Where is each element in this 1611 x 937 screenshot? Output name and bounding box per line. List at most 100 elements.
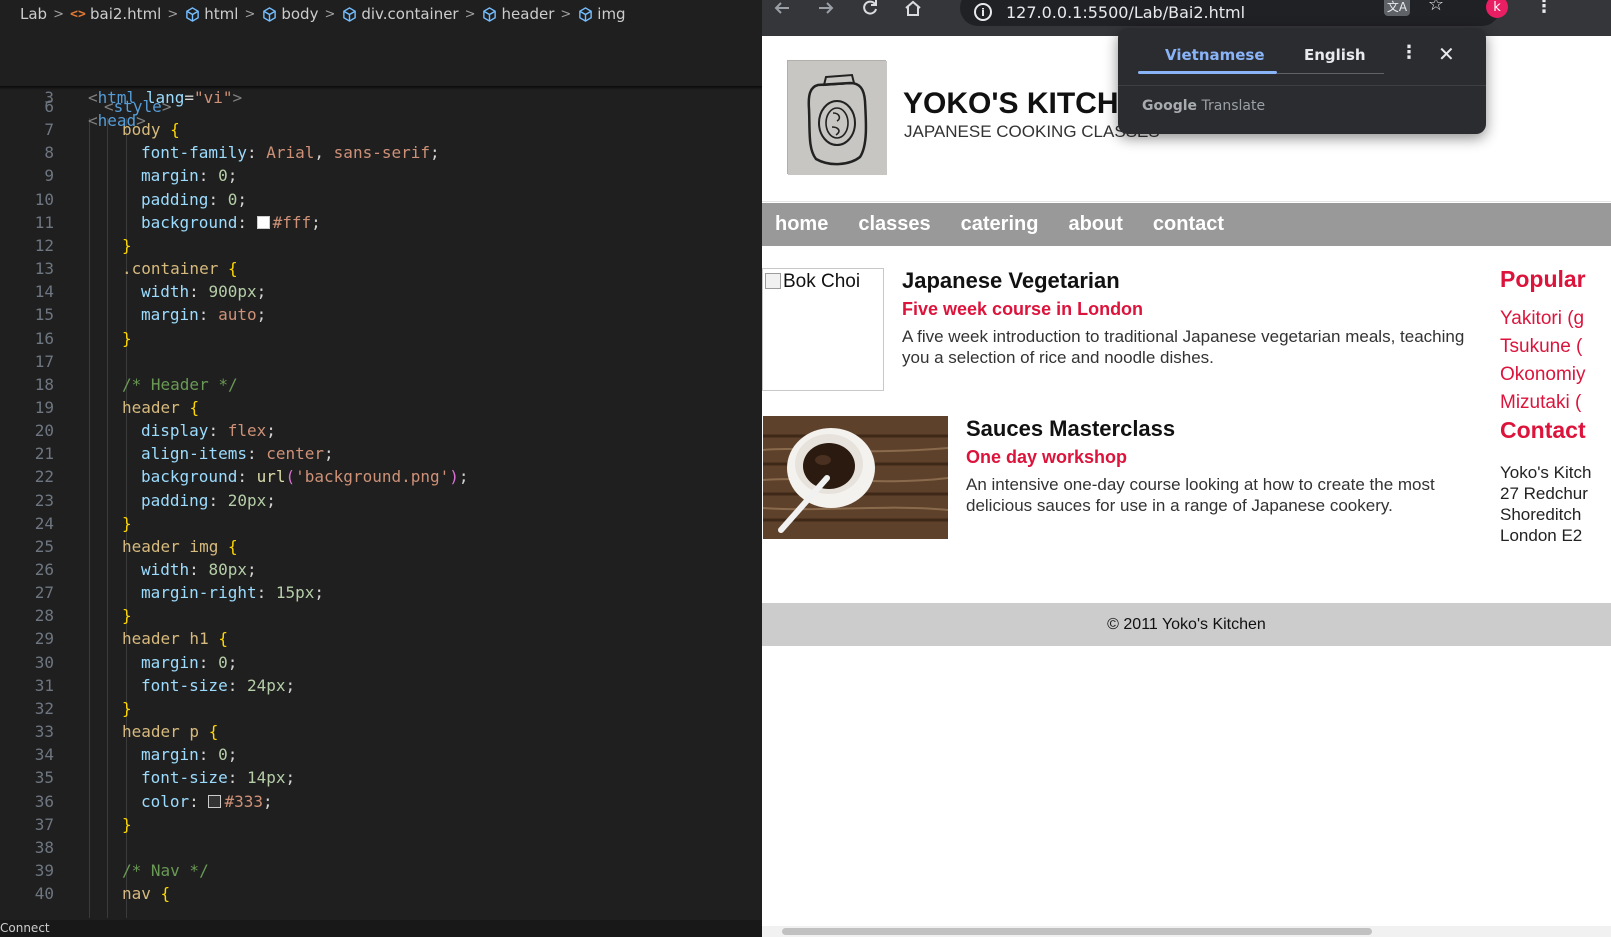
code-line[interactable]: 33 header p { — [0, 720, 762, 743]
html-file-icon: <> — [70, 6, 86, 22]
line-number: 39 — [34, 860, 54, 880]
nav-contact[interactable]: contact — [1153, 213, 1224, 236]
code-text: margin: auto; — [141, 305, 267, 325]
code-text: header img { — [122, 536, 238, 556]
code-line[interactable]: 11 background: #fff; — [0, 211, 762, 234]
code-text: } — [122, 235, 132, 255]
code-line[interactable]: 31 font-size: 24px; — [0, 674, 762, 697]
code-line[interactable]: 8 font-family: Arial, sans-serif; — [0, 141, 762, 164]
breadcrumb-item-container[interactable]: div.container — [341, 5, 459, 23]
address-bar[interactable]: i 127.0.0.1:5500/Lab/Bai2.html — [960, 0, 1500, 26]
translate-icon[interactable]: 文A — [1384, 0, 1410, 16]
popular-link[interactable]: Yakitori (g — [1500, 305, 1611, 333]
code-line[interactable]: 25 header img { — [0, 535, 762, 558]
address-url[interactable]: 127.0.0.1:5500/Lab/Bai2.html — [1006, 3, 1245, 22]
site-nav: home classes catering about contact — [762, 203, 1611, 246]
code-text: /* Nav */ — [122, 860, 209, 880]
reload-icon[interactable] — [858, 0, 882, 16]
breadcrumb-item-img[interactable]: img — [577, 5, 626, 23]
code-text: margin-right: 15px; — [141, 583, 325, 603]
code-line[interactable]: 12} — [0, 234, 762, 257]
code-line[interactable]: 40 nav { — [0, 882, 762, 905]
nav-home[interactable]: home — [775, 213, 828, 236]
horizontal-scrollbar[interactable] — [762, 926, 1611, 937]
brand-translate: Translate — [1201, 98, 1266, 114]
nav-about[interactable]: about — [1068, 213, 1122, 236]
line-number: 29 — [34, 629, 54, 649]
bookmark-star-icon[interactable]: ☆ — [1424, 0, 1448, 15]
profile-avatar[interactable]: k — [1486, 0, 1508, 18]
popular-link[interactable]: Tsukune ( — [1500, 333, 1611, 361]
line-number: 15 — [34, 305, 54, 325]
menu-kebab-icon[interactable]: ⋮ — [1532, 0, 1556, 17]
code-line[interactable]: 10 padding: 0; — [0, 188, 762, 211]
nav-catering[interactable]: catering — [961, 213, 1039, 236]
code-line[interactable]: 16} — [0, 327, 762, 350]
more-options-icon[interactable]: ⋮ — [1400, 44, 1418, 62]
code-line[interactable]: 19 header { — [0, 396, 762, 419]
code-text: } — [122, 698, 132, 718]
breadcrumb-item-header[interactable]: header — [482, 5, 554, 23]
breadcrumb-item-body[interactable]: body — [261, 5, 318, 23]
address-line: Shoreditch — [1500, 505, 1582, 524]
breadcrumb-label: Lab — [20, 5, 48, 23]
tab-vietnamese[interactable]: Vietnamese — [1165, 46, 1265, 64]
code-line[interactable]: 38 — [0, 836, 762, 859]
status-text[interactable]: Connect — [0, 921, 50, 935]
code-line[interactable]: 20 display: flex; — [0, 419, 762, 442]
code-editor[interactable]: Lab > <> bai2.html > html > body > div.co… — [0, 0, 762, 937]
code-line[interactable]: 27 margin-right: 15px; — [0, 581, 762, 604]
close-icon[interactable]: ✕ — [1438, 42, 1455, 66]
code-line[interactable]: 24} — [0, 512, 762, 535]
line-number: 12 — [34, 235, 54, 255]
code-line[interactable]: 15 margin: auto; — [0, 303, 762, 326]
code-line[interactable]: 23 padding: 20px; — [0, 489, 762, 512]
line-number: 9 — [44, 166, 54, 186]
line-number: 27 — [34, 583, 54, 603]
sticky-scroll-line[interactable]: 3 <head> — [0, 63, 762, 130]
forward-icon[interactable] — [814, 0, 838, 16]
code-line[interactable]: 21 align-items: center; — [0, 442, 762, 465]
site-info-icon[interactable]: i — [974, 3, 992, 21]
code-line[interactable]: 18 /* Header */ — [0, 373, 762, 396]
tab-english[interactable]: English — [1304, 46, 1366, 64]
sticky-scroll-line[interactable]: 2 <html lang="vi"> — [0, 40, 762, 107]
code-line[interactable]: 36 color: #333; — [0, 790, 762, 813]
line-number: 20 — [34, 421, 54, 441]
back-icon[interactable] — [770, 0, 794, 16]
code-line[interactable]: 34 margin: 0; — [0, 743, 762, 766]
nav-classes[interactable]: classes — [858, 213, 930, 236]
code-line[interactable]: 30 margin: 0; — [0, 651, 762, 674]
code-line[interactable]: 26 width: 80px; — [0, 558, 762, 581]
popular-link[interactable]: Okonomiy — [1500, 361, 1611, 389]
code-line[interactable]: 9 margin: 0; — [0, 164, 762, 187]
breadcrumb-item-lab[interactable]: Lab — [20, 5, 47, 23]
address-line: 27 Redchur — [1500, 484, 1588, 503]
footer-copyright: © 2011 Yoko's Kitchen — [1107, 615, 1266, 633]
breadcrumb-item-html[interactable]: html — [184, 5, 238, 23]
code-text: } — [122, 606, 132, 626]
code-line[interactable]: 39 /* Nav */ — [0, 859, 762, 882]
breadcrumb-item-file[interactable]: <> bai2.html — [70, 5, 161, 23]
code-line[interactable]: 14 width: 900px; — [0, 280, 762, 303]
code-line[interactable]: 32} — [0, 697, 762, 720]
code-line[interactable]: 37} — [0, 813, 762, 836]
code-line[interactable]: 22 background: url('background.png'); — [0, 465, 762, 488]
home-icon[interactable] — [901, 0, 925, 16]
code-line[interactable]: 13 .container { — [0, 257, 762, 280]
code-line[interactable]: 28} — [0, 604, 762, 627]
scrollbar-thumb[interactable] — [782, 928, 1372, 935]
popular-link[interactable]: Mizutaki ( — [1500, 389, 1611, 417]
code-line[interactable]: 17 — [0, 350, 762, 373]
code-line[interactable]: 35 font-size: 14px; — [0, 766, 762, 789]
line-number: 38 — [34, 837, 54, 857]
code-line[interactable]: 29 header h1 { — [0, 627, 762, 650]
description-line: you a selection of rice and noodle dishe… — [902, 348, 1214, 367]
breadcrumb-label: div.container — [361, 5, 459, 23]
code-text: header { — [122, 397, 200, 417]
line-number: 36 — [34, 791, 54, 811]
course-description: An intensive one-day course looking at h… — [966, 474, 1435, 516]
line-number: 14 — [34, 282, 54, 302]
symbol-element-icon — [482, 6, 498, 22]
code-text: align-items: center; — [141, 444, 334, 464]
